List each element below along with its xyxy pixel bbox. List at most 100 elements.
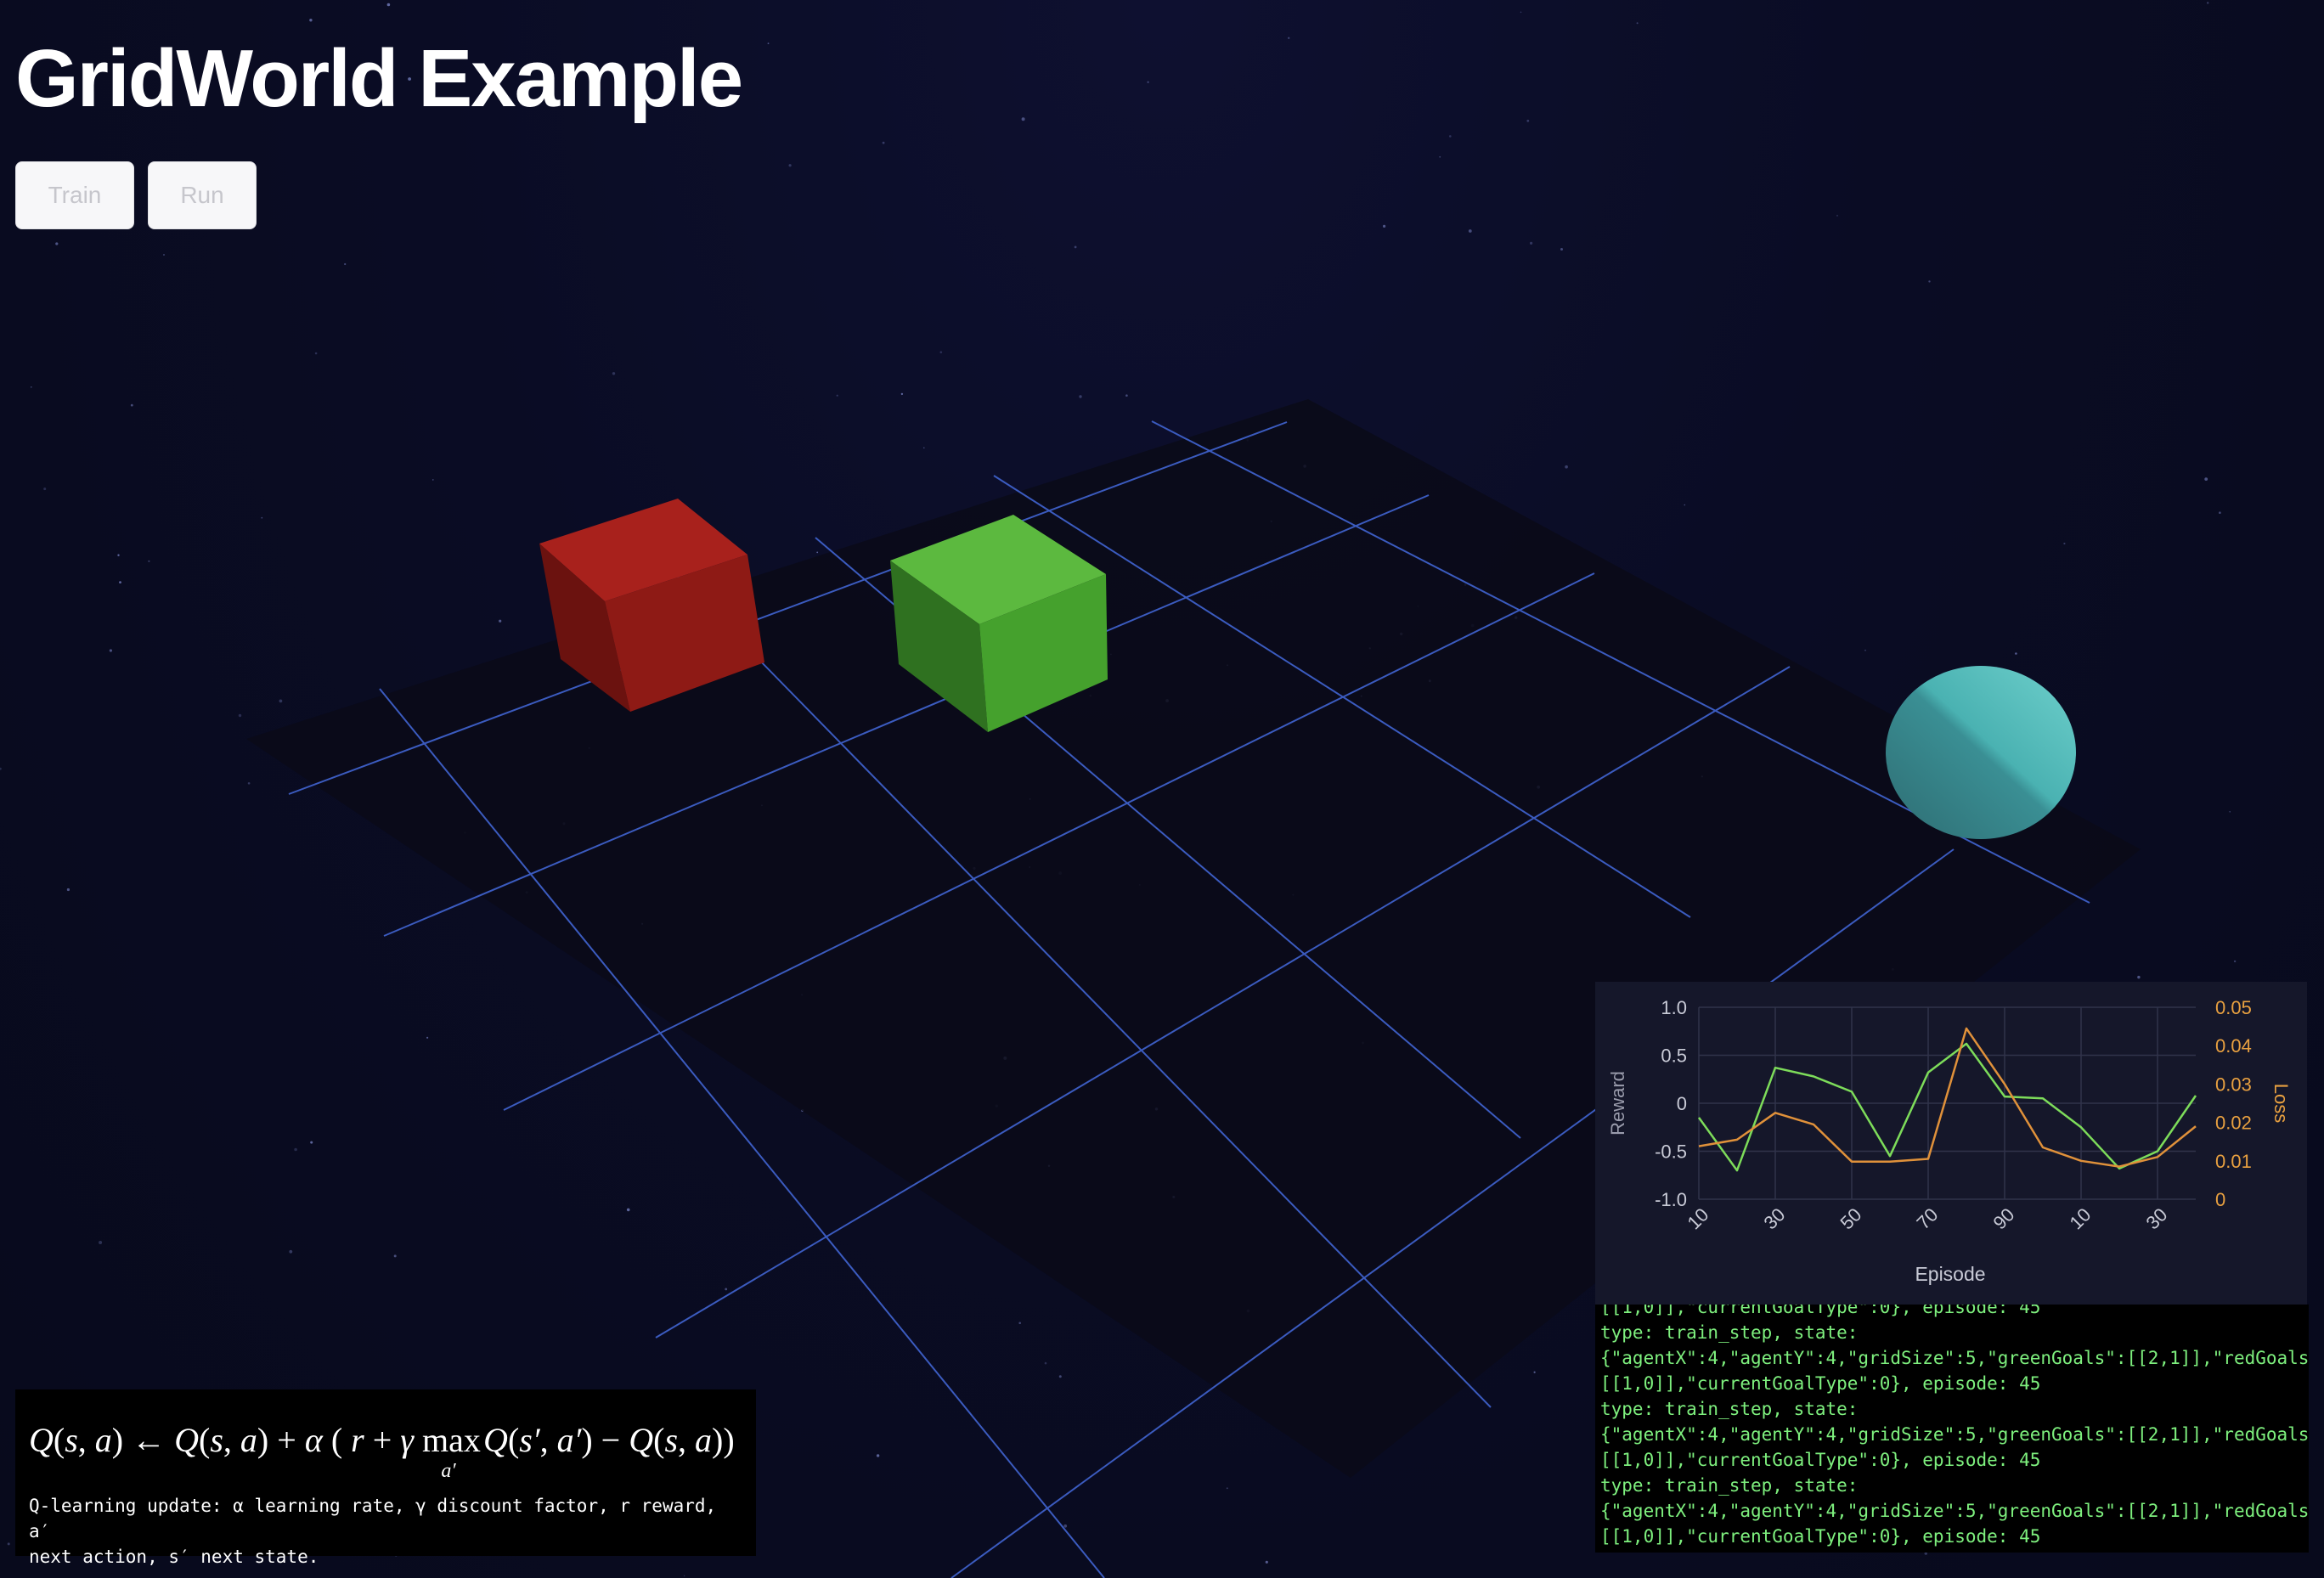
star	[99, 1241, 103, 1244]
star	[2063, 542, 2066, 545]
log-line: type: train_step, state:	[1600, 1322, 1859, 1343]
log-line: {"agentX":4,"agentY":4,"gridSize":5,"gre…	[1600, 1348, 2309, 1368]
star	[238, 713, 242, 718]
star	[1439, 155, 1441, 158]
star	[30, 386, 32, 388]
equation-caption-line: Q-learning update: α learning rate, γ di…	[29, 1496, 717, 1541]
star	[725, 1288, 728, 1291]
star	[7, 1542, 10, 1546]
star	[1021, 117, 1025, 121]
y-right-tick-label: 0.04	[2215, 1035, 2252, 1057]
star	[2219, 511, 2221, 514]
agent-sphere	[1886, 666, 2076, 839]
star	[1533, 1371, 1536, 1373]
star	[1684, 504, 1686, 506]
training-log[interactable]: [[1,0]],"currentGoalType":0}, episode: 4…	[1595, 1305, 2309, 1553]
y-right-axis-label: Loss	[2270, 1084, 2292, 1123]
star	[309, 19, 313, 22]
star	[148, 560, 150, 562]
log-line: [[1,0]],"currentGoalType":0}, episode: 4…	[1600, 1526, 2041, 1547]
star	[1383, 224, 1386, 228]
star	[1125, 394, 1128, 397]
star	[247, 782, 251, 785]
log-line: {"agentX":4,"agentY":4,"gridSize":5,"gre…	[1600, 1424, 2309, 1445]
star	[939, 351, 943, 354]
training-chart-panel: 1.0 0.5 0 -0.5 -1.0 0.05 0.04 0.03 0.02 0.01 0 10 30…	[1595, 982, 2307, 1305]
page-title: GridWorld Example	[15, 33, 743, 124]
star	[1018, 1322, 1021, 1325]
star	[882, 141, 885, 144]
star	[2229, 811, 2231, 813]
star	[1063, 1524, 1068, 1528]
y-left-tick-label: -0.5	[1655, 1141, 1687, 1163]
log-line: type: train_step, state:	[1600, 1475, 1859, 1496]
x-tick-label: 30	[1759, 1203, 1789, 1233]
loss-series-line	[1698, 1027, 2197, 1168]
star	[626, 1208, 630, 1212]
star	[289, 1249, 293, 1254]
star	[117, 554, 120, 556]
star	[1449, 135, 1452, 138]
star	[426, 1036, 429, 1039]
y-left-tick-label: 0	[1677, 1093, 1687, 1114]
star	[788, 164, 792, 167]
equation-caption: Q-learning update: α learning rate, γ di…	[29, 1493, 742, 1570]
star	[876, 1454, 880, 1457]
run-button[interactable]: Run	[148, 161, 257, 229]
star	[1147, 81, 1149, 83]
star	[294, 1147, 297, 1152]
x-tick-label: 70	[1912, 1203, 1942, 1233]
y-right-tick-label: 0.05	[2215, 997, 2252, 1018]
reward-loss-chart[interactable]: 1.0 0.5 0 -0.5 -1.0 0.05 0.04 0.03 0.02 0.01 0 10 30…	[1595, 982, 2307, 1305]
star	[109, 649, 112, 652]
star	[1565, 465, 1568, 469]
star	[1560, 248, 1563, 251]
star	[261, 516, 263, 519]
x-tick-label: 10	[2065, 1203, 2095, 1233]
star	[43, 487, 47, 491]
star	[310, 1141, 313, 1144]
q-learning-equation-panel: Q(s, a) ← Q(s, a) + α ( r + γ max a′ Q(s′…	[15, 1389, 756, 1567]
star	[1079, 395, 1082, 398]
star	[816, 551, 819, 554]
star	[344, 262, 347, 266]
star	[2233, 960, 2237, 963]
star	[119, 581, 121, 583]
log-line: [[1,0]],"currentGoalType":0}, episode: 4…	[1600, 1305, 2041, 1317]
x-tick-label: 30	[2141, 1203, 2171, 1233]
star	[900, 392, 904, 396]
log-line: [[1,0]],"currentGoalType":0}, episode: 4…	[1600, 1373, 2041, 1394]
star	[1928, 280, 1931, 283]
star	[1530, 241, 1533, 245]
log-line: [[1,0]],"currentGoalType":0}, episode: 4…	[1600, 1450, 2041, 1470]
x-tick-label: 50	[1836, 1203, 1865, 1233]
star	[1074, 245, 1077, 249]
star	[1526, 119, 1530, 122]
star	[499, 619, 502, 623]
star	[279, 699, 283, 703]
x-axis-label: Episode	[1915, 1263, 1985, 1285]
star	[923, 447, 925, 449]
log-line: {"agentX":4,"agentY":4,"gridSize":5,"gre…	[1600, 1501, 2309, 1521]
star	[2207, 2, 2209, 4]
training-log-content: [[1,0]],"currentGoalType":0}, episode: 4…	[1600, 1305, 2309, 1549]
star	[66, 888, 70, 892]
train-button[interactable]: Train	[15, 161, 134, 229]
star	[130, 403, 133, 407]
star	[836, 394, 838, 397]
star	[1864, 649, 1866, 651]
star	[1468, 229, 1472, 233]
star	[1836, 214, 1838, 217]
star	[2204, 477, 2208, 481]
star	[393, 1254, 397, 1258]
star	[2015, 652, 2017, 655]
star	[1636, 22, 1639, 25]
star	[1058, 1375, 1062, 1378]
y-right-tick-label: 0	[2215, 1189, 2225, 1210]
y-left-axis-label: Reward	[1607, 1071, 1628, 1136]
star	[314, 352, 318, 355]
y-left-tick-label: 0.5	[1661, 1045, 1687, 1067]
equation-caption-line: next action, s′ next state.	[29, 1547, 319, 1567]
star	[1288, 37, 1290, 39]
star	[683, 1575, 685, 1577]
